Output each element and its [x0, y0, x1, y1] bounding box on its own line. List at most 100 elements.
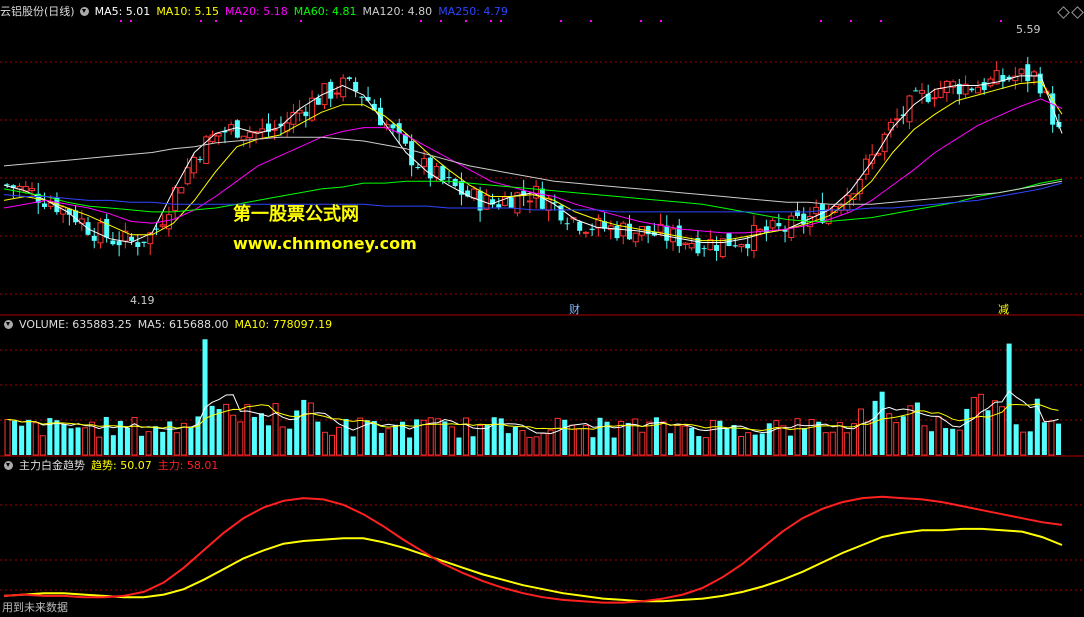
chart-canvas[interactable] [0, 0, 1084, 617]
candle-body [614, 225, 620, 239]
candle-body [378, 107, 384, 126]
volume-bar [674, 424, 681, 456]
candlestick-panel[interactable] [4, 56, 1062, 261]
volume-bar [759, 433, 765, 455]
candle-body [589, 228, 595, 231]
candle-body [135, 242, 141, 247]
candle-body [97, 222, 104, 244]
volume-bar [505, 433, 511, 455]
volume-bar [836, 422, 843, 456]
candle-body [409, 141, 415, 166]
volume-bar [321, 431, 328, 456]
volume-bar [12, 420, 18, 455]
candle-body [303, 111, 309, 117]
volume-bar [103, 416, 109, 455]
volume-bar [315, 421, 321, 455]
volume-bar [202, 339, 208, 455]
candle-body [104, 218, 110, 238]
candle-body [577, 221, 583, 231]
volume-bar [1006, 343, 1012, 455]
candle-body [390, 124, 396, 129]
stock-title: 云铝股份(日线) [0, 5, 75, 18]
volume-bar [470, 436, 476, 455]
volume-bar [780, 425, 787, 456]
volume-panel[interactable] [4, 339, 1061, 456]
signal-dot [240, 20, 242, 22]
volume-bar [766, 423, 772, 455]
candle-body [446, 177, 452, 179]
volume-bar [131, 416, 138, 456]
volume-bar [1048, 420, 1055, 456]
ma-line-ma250 [3, 182, 1063, 213]
volume-bar [4, 419, 11, 456]
candle-body [353, 81, 359, 92]
candle-body [738, 244, 745, 248]
volume-bar [195, 416, 201, 455]
dropdown-icon[interactable] [79, 7, 89, 16]
candle-body [470, 188, 477, 199]
signal-dot [820, 20, 822, 22]
candle-body [974, 86, 981, 94]
volume-bar [307, 402, 314, 456]
volume-bar [350, 436, 356, 455]
indicator-panel[interactable] [3, 495, 1063, 604]
volume-bar [68, 428, 74, 455]
volume-bar [442, 421, 448, 455]
volume-bar [724, 427, 730, 455]
volume-bar [39, 435, 46, 456]
ma60-readout: MA60: 4.81 [293, 5, 357, 18]
volume-bar [660, 421, 667, 456]
kline-chart-stage[interactable]: { "header_main": { "title": "云铝股份(日线)", … [0, 0, 1084, 617]
volume-bar [752, 434, 758, 455]
volume-bar [999, 406, 1006, 456]
volume-bar [32, 422, 39, 456]
signal-dot [465, 20, 467, 22]
high-price-label: 5.59 [1016, 23, 1041, 36]
candle-body [701, 248, 707, 250]
volume-bar [611, 437, 617, 455]
candle-body [29, 188, 36, 191]
indicator-dropdown-icon[interactable] [4, 461, 13, 470]
candle-body [110, 240, 116, 245]
candle-body [682, 242, 689, 246]
volume-readout: VOLUME: 635883.25 [19, 318, 132, 331]
volume-bar [258, 413, 264, 455]
reduce-event-marker[interactable]: 减 [998, 301, 1009, 317]
candle-body [664, 225, 670, 241]
volume-bar [696, 436, 702, 455]
volume-bar [216, 409, 222, 455]
volume-bar [82, 427, 89, 456]
watermark-title: 第一股票公式网 [233, 204, 359, 225]
candle-body [913, 90, 919, 92]
volume-dropdown-icon[interactable] [4, 320, 13, 329]
signal-dot [660, 20, 662, 22]
candle-body [433, 166, 440, 178]
candle-body [333, 92, 340, 95]
volume-bar [456, 437, 462, 455]
candle-body [234, 120, 240, 138]
candle-body [359, 96, 365, 98]
finance-event-marker[interactable]: 财 [569, 301, 580, 317]
volume-bar [738, 436, 745, 456]
volume-bar [75, 427, 81, 455]
signal-dot [560, 20, 562, 22]
signal-dot [440, 20, 442, 22]
candle-body [887, 121, 894, 131]
volume-bar [540, 432, 547, 456]
volume-bar [328, 434, 336, 456]
candle-body [769, 220, 776, 229]
candle-body [626, 223, 632, 240]
candle-body [937, 88, 944, 98]
volume-bar [139, 435, 145, 455]
volume-bar [879, 391, 885, 455]
candle-body [141, 241, 147, 243]
candle-body [526, 200, 533, 203]
volume-bar [448, 426, 455, 456]
volume-bar [970, 397, 977, 456]
candle-body [421, 158, 428, 167]
volume-bar [244, 404, 251, 456]
volume-bar [160, 431, 166, 455]
candle-body [582, 231, 589, 234]
volume-bar [943, 428, 949, 455]
candle-body [508, 197, 514, 209]
